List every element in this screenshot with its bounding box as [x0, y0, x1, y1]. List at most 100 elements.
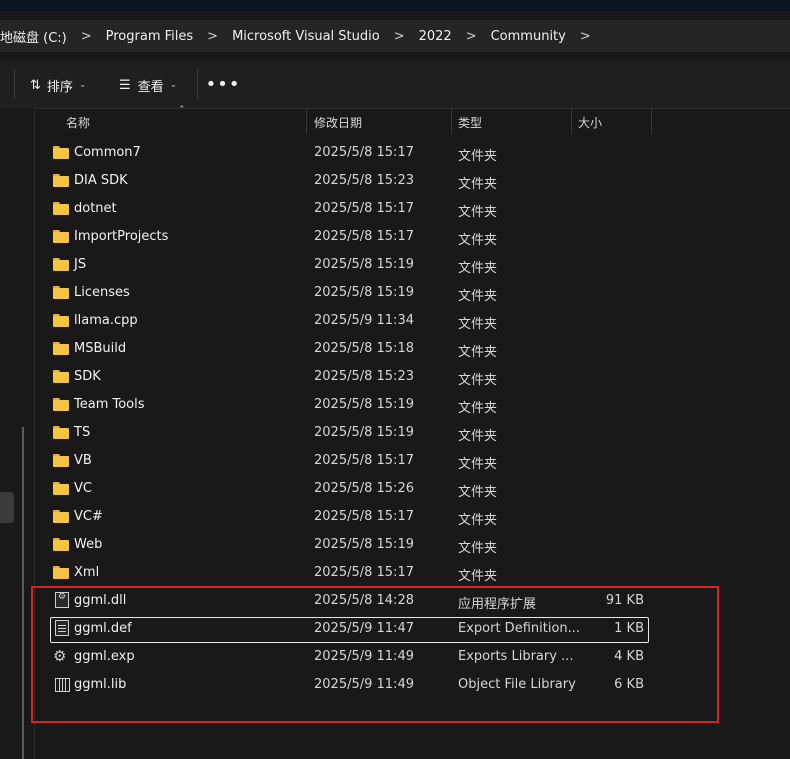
folder-icon: [52, 200, 70, 216]
folder-icon: [52, 508, 70, 524]
item-date: 2025/5/8 15:18: [314, 341, 414, 356]
folder-row[interactable]: TS 2025/5/8 15:19 文件夹: [35, 419, 790, 447]
folder-icon: [52, 452, 70, 468]
toolbar-divider: [14, 69, 15, 99]
breadcrumb-visual-studio[interactable]: Microsoft Visual Studio: [232, 29, 380, 44]
folder-row[interactable]: Common7 2025/5/8 15:17 文件夹: [35, 139, 790, 167]
item-type: 文件夹: [458, 205, 498, 220]
folder-icon: [52, 536, 70, 552]
column-resize-handle[interactable]: [306, 108, 307, 134]
folder-row[interactable]: DIA SDK 2025/5/8 15:23 文件夹: [35, 167, 790, 195]
folder-icon: [52, 312, 70, 328]
view-button[interactable]: ☰ 查看 ⌄: [119, 74, 177, 96]
item-type: 文件夹: [458, 261, 498, 276]
item-type: 文件夹: [458, 569, 498, 584]
chevron-right-icon[interactable]: >: [394, 29, 405, 44]
breadcrumb-program-files[interactable]: Program Files: [106, 29, 194, 44]
chevron-right-icon[interactable]: >: [580, 29, 591, 44]
item-date: 2025/5/8 15:23: [314, 369, 414, 384]
item-type: 文件夹: [458, 541, 498, 556]
item-type: 文件夹: [458, 233, 498, 248]
item-type: 文件夹: [458, 429, 498, 444]
item-name: Xml: [74, 565, 100, 580]
command-bar: ⇅ 排序 ⌄ ☰ 查看 ⌄ •••: [0, 61, 790, 109]
item-type: 文件夹: [458, 345, 498, 360]
item-date: 2025/5/8 15:17: [314, 453, 414, 468]
column-header-row: 名称 修改日期 类型 大小: [35, 108, 790, 134]
folder-row[interactable]: MSBuild 2025/5/8 15:18 文件夹: [35, 335, 790, 363]
item-name: DIA SDK: [74, 173, 128, 188]
item-type: 文件夹: [458, 401, 498, 416]
item-date: 2025/5/9 11:34: [314, 313, 414, 328]
breadcrumb-community[interactable]: Community: [491, 29, 566, 44]
item-name: llama.cpp: [74, 313, 138, 328]
item-name: JS: [74, 257, 87, 272]
folder-icon: [52, 564, 70, 580]
item-name: VB: [74, 453, 92, 468]
item-name: TS: [74, 425, 91, 440]
item-name: Common7: [74, 145, 141, 160]
column-header-name[interactable]: 名称: [66, 114, 90, 131]
item-name: VC#: [74, 509, 103, 524]
item-date: 2025/5/8 15:17: [314, 509, 414, 524]
item-type: 文件夹: [458, 457, 498, 472]
chevron-right-icon[interactable]: >: [466, 29, 477, 44]
folder-row[interactable]: Xml 2025/5/8 15:17 文件夹: [35, 559, 790, 587]
item-type: 文件夹: [458, 317, 498, 332]
folder-row[interactable]: llama.cpp 2025/5/9 11:34 文件夹: [35, 307, 790, 335]
item-date: 2025/5/8 15:17: [314, 201, 414, 216]
folder-row[interactable]: SDK 2025/5/8 15:23 文件夹: [35, 363, 790, 391]
folder-row[interactable]: VC 2025/5/8 15:26 文件夹: [35, 475, 790, 503]
chevron-down-icon: ⌄: [78, 80, 87, 90]
column-header-type[interactable]: 类型: [458, 114, 482, 131]
folder-row[interactable]: ImportProjects 2025/5/8 15:17 文件夹: [35, 223, 790, 251]
sort-ascending-icon: ⌃: [178, 105, 186, 115]
item-name: Licenses: [74, 285, 130, 300]
item-name: Team Tools: [74, 397, 145, 412]
item-name: dotnet: [74, 201, 117, 216]
folder-row[interactable]: VC# 2025/5/8 15:17 文件夹: [35, 503, 790, 531]
item-date: 2025/5/8 15:19: [314, 257, 414, 272]
chevron-right-icon[interactable]: >: [207, 29, 218, 44]
more-options-button[interactable]: •••: [206, 73, 240, 95]
folder-icon: [52, 424, 70, 440]
sort-button[interactable]: ⇅ 排序 ⌄: [30, 74, 86, 96]
item-name: VC: [74, 481, 92, 496]
item-name: Web: [74, 537, 103, 552]
column-header-size[interactable]: 大小: [578, 114, 602, 131]
folder-row[interactable]: Licenses 2025/5/8 15:19 文件夹: [35, 279, 790, 307]
address-bar[interactable]: 地磁盘 (C:) > Program Files > Microsoft Vis…: [0, 20, 790, 52]
item-name: MSBuild: [74, 341, 127, 356]
breadcrumb-drive[interactable]: 地磁盘 (C:): [0, 27, 67, 46]
item-type: 文件夹: [458, 485, 498, 500]
folder-icon: [52, 368, 70, 384]
folder-icon: [52, 256, 70, 272]
column-resize-handle[interactable]: [451, 108, 452, 134]
view-list-icon: ☰: [119, 77, 131, 93]
title-strip: [0, 0, 790, 11]
navigation-pane[interactable]: [0, 108, 34, 759]
navigation-selected-item[interactable]: [0, 492, 14, 523]
column-resize-handle[interactable]: [651, 108, 652, 134]
folder-row[interactable]: Web 2025/5/8 15:19 文件夹: [35, 531, 790, 559]
toolbar-divider: [197, 69, 198, 99]
folder-row[interactable]: VB 2025/5/8 15:17 文件夹: [35, 447, 790, 475]
sort-icon: ⇅: [30, 77, 41, 93]
column-header-date[interactable]: 修改日期: [314, 114, 362, 131]
folder-row[interactable]: dotnet 2025/5/8 15:17 文件夹: [35, 195, 790, 223]
item-date: 2025/5/8 15:19: [314, 285, 414, 300]
column-resize-handle[interactable]: [571, 108, 572, 134]
breadcrumb-2022[interactable]: 2022: [419, 29, 452, 44]
navigation-scrollbar[interactable]: [22, 427, 24, 759]
item-date: 2025/5/8 15:17: [314, 229, 414, 244]
item-date: 2025/5/8 15:26: [314, 481, 414, 496]
folder-row[interactable]: Team Tools 2025/5/8 15:19 文件夹: [35, 391, 790, 419]
folder-icon: [52, 340, 70, 356]
folder-icon: [52, 396, 70, 412]
item-date: 2025/5/8 15:19: [314, 537, 414, 552]
folder-row[interactable]: JS 2025/5/8 15:19 文件夹: [35, 251, 790, 279]
item-date: 2025/5/8 15:19: [314, 425, 414, 440]
chevron-right-icon[interactable]: >: [81, 29, 92, 44]
item-type: 文件夹: [458, 177, 498, 192]
item-name: SDK: [74, 369, 101, 384]
